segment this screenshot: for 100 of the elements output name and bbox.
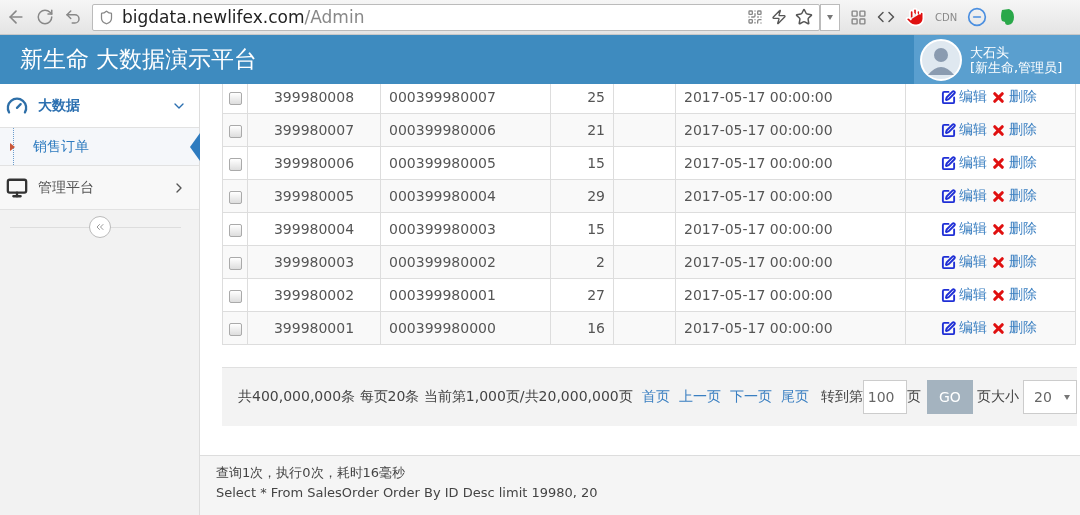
delete-icon[interactable] (990, 254, 1006, 270)
delete-icon[interactable] (990, 188, 1006, 204)
table-cell: 21 (550, 113, 614, 147)
table-cell: 399980004 (247, 212, 381, 246)
row-checkbox[interactable] (228, 223, 242, 237)
table-cell: 15 (550, 146, 614, 180)
edit-link[interactable]: 编辑 (958, 220, 987, 238)
shield-icon (99, 9, 114, 25)
row-checkbox[interactable] (228, 157, 242, 171)
table-cell: 000399980006 (380, 113, 551, 147)
monitor-icon (6, 176, 28, 199)
table-cell: 000399980002 (380, 245, 551, 279)
table-cell: 29 (550, 179, 614, 213)
sidebar-group[interactable]: 管理平台 (0, 166, 199, 210)
delete-link[interactable]: 删除 (1008, 220, 1037, 238)
table-cell: 2017-05-17 00:00:00 (675, 146, 906, 180)
delete-link[interactable]: 删除 (1008, 88, 1037, 106)
table-cell: 2017-05-17 00:00:00 (675, 84, 906, 114)
user-panel[interactable]: 大石头 [新生命,管理员] (914, 35, 1080, 84)
table-cell: 399980005 (247, 179, 381, 213)
edit-icon[interactable] (940, 89, 956, 105)
cdn-label[interactable]: CDN (935, 11, 958, 23)
goto-label: 转到第 (820, 388, 863, 406)
row-checkbox[interactable] (228, 124, 242, 138)
address-bar[interactable]: bigdata.newlifex.com/Admin (92, 3, 820, 31)
delete-icon[interactable] (990, 320, 1006, 336)
edit-icon[interactable] (940, 188, 956, 204)
user-name: 大石头 (970, 44, 1010, 60)
delete-icon[interactable] (990, 155, 1006, 171)
delete-link[interactable]: 删除 (1008, 187, 1037, 205)
table-cell: 000399980001 (380, 278, 551, 312)
delete-link[interactable]: 删除 (1008, 286, 1037, 304)
qr-code-icon[interactable] (747, 9, 763, 25)
table-cell: 000399980003 (380, 212, 551, 246)
edit-link[interactable]: 编辑 (958, 121, 987, 139)
minus-circle-icon[interactable] (967, 7, 988, 27)
page-suffix: 页 (906, 388, 921, 406)
lightning-icon[interactable] (771, 9, 787, 25)
delete-link[interactable]: 删除 (1008, 253, 1037, 271)
table-cell: 000399980005 (380, 146, 551, 180)
delete-icon[interactable] (990, 122, 1006, 138)
table-cell: 399980007 (247, 113, 381, 147)
row-checkbox[interactable] (228, 91, 242, 105)
delete-icon[interactable] (990, 287, 1006, 303)
reload-icon[interactable] (36, 8, 54, 26)
edit-icon[interactable] (940, 155, 956, 171)
edit-link[interactable]: 编辑 (958, 319, 987, 337)
edit-link[interactable]: 编辑 (958, 154, 987, 172)
edit-link[interactable]: 编辑 (958, 253, 987, 271)
edit-icon[interactable] (940, 320, 956, 336)
row-checkbox[interactable] (228, 289, 242, 303)
row-checkbox[interactable] (228, 190, 242, 204)
star-icon[interactable] (795, 8, 813, 26)
page-link[interactable]: 下一页 (729, 388, 772, 406)
edit-icon[interactable] (940, 122, 956, 138)
delete-icon[interactable] (990, 221, 1006, 237)
table-cell: 399980002 (247, 278, 381, 312)
delete-link[interactable]: 删除 (1008, 319, 1037, 337)
table-cell: 399980001 (247, 311, 381, 345)
grid-icon[interactable] (850, 8, 867, 26)
edit-icon[interactable] (940, 287, 956, 303)
undo-icon[interactable] (64, 8, 82, 26)
table-cell: 16 (550, 311, 614, 345)
table-cell: 25 (550, 84, 614, 114)
table-cell: 2017-05-17 00:00:00 (675, 278, 906, 312)
edit-icon[interactable] (940, 254, 956, 270)
table-cell: 27 (550, 278, 614, 312)
delete-link[interactable]: 删除 (1008, 154, 1037, 172)
url-path: /Admin (304, 7, 365, 27)
edit-icon[interactable] (940, 221, 956, 237)
stop-hand-icon[interactable] (905, 7, 925, 27)
sidebar-group[interactable]: 大数据 (0, 84, 199, 128)
dropdown-button[interactable] (820, 3, 840, 31)
edit-link[interactable]: 编辑 (958, 187, 987, 205)
table-cell: 399980006 (247, 146, 381, 180)
edit-link[interactable]: 编辑 (958, 286, 987, 304)
table-cell: 2017-05-17 00:00:00 (675, 113, 906, 147)
row-checkbox[interactable] (228, 256, 242, 270)
page-input[interactable]: 100 (862, 380, 907, 414)
page-link[interactable]: 尾页 (780, 388, 809, 406)
page-summary: 共400,000,000条 每页20条 当前第1,000页/共20,000,000页 (238, 388, 633, 406)
page-link[interactable]: 上一页 (678, 388, 721, 406)
table-cell: 15 (550, 212, 614, 246)
sidebar-item[interactable]: 销售订单 (0, 128, 199, 166)
row-checkbox[interactable] (228, 322, 242, 336)
table-cell: 2017-05-17 00:00:00 (675, 245, 906, 279)
page-size-select[interactable]: 20 (1022, 380, 1077, 414)
delete-link[interactable]: 删除 (1008, 121, 1037, 139)
query-stats: 查询1次，执行0次，耗时16毫秒 (216, 464, 407, 482)
table-cell: 2017-05-17 00:00:00 (675, 311, 906, 345)
table-cell: 000399980004 (380, 179, 551, 213)
edit-link[interactable]: 编辑 (958, 88, 987, 106)
user-role: [新生命,管理员] (970, 59, 1063, 75)
table-cell: 000399980000 (380, 311, 551, 345)
table-cell: 399980008 (247, 84, 381, 114)
delete-icon[interactable] (990, 89, 1006, 105)
app-title: 新生命 大数据演示平台 (19, 45, 259, 74)
page-link[interactable]: 首页 (641, 388, 670, 406)
table-cell: 000399980007 (380, 84, 551, 114)
sql-text: Select * From SalesOrder Order By ID Desc limit 19980, 20 (216, 485, 599, 500)
